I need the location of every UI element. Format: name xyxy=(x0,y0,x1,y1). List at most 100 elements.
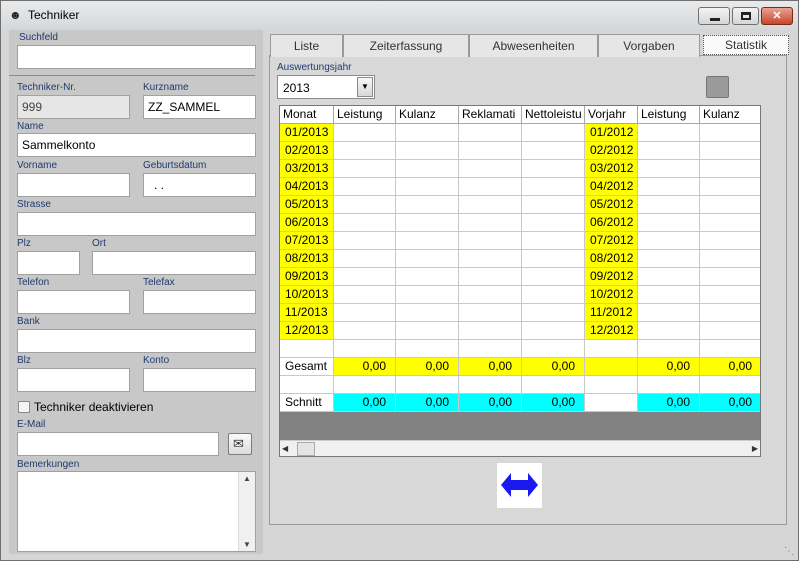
horizontal-scrollbar[interactable]: ◀ ▶ xyxy=(280,440,760,456)
grid-cell[interactable] xyxy=(334,376,396,394)
send-email-button[interactable]: ✉ xyxy=(228,433,252,455)
grid-cell[interactable] xyxy=(638,160,700,178)
konto-input[interactable] xyxy=(143,368,256,392)
grid-cell[interactable] xyxy=(700,232,760,250)
grid-cell[interactable] xyxy=(522,250,585,268)
tab-zeiterfassung[interactable]: Zeiterfassung xyxy=(343,34,469,57)
grid-cell-month[interactable]: 09/2013 xyxy=(280,268,334,286)
grid-cell-prior-month[interactable]: 12/2012 xyxy=(585,322,638,340)
grid-cell[interactable] xyxy=(334,250,396,268)
scroll-left-icon[interactable]: ◀ xyxy=(282,444,288,453)
bank-input[interactable] xyxy=(17,329,256,353)
close-button[interactable]: ✕ xyxy=(761,7,793,25)
grid-cell[interactable] xyxy=(396,250,459,268)
grid-cell-month[interactable]: 10/2013 xyxy=(280,286,334,304)
grid-cell[interactable] xyxy=(396,268,459,286)
grid-cell[interactable] xyxy=(396,196,459,214)
grid-cell-prior-month[interactable]: 04/2012 xyxy=(585,178,638,196)
grid-cell[interactable] xyxy=(459,250,522,268)
grid-cell[interactable] xyxy=(700,160,760,178)
grid-cell[interactable] xyxy=(700,340,760,358)
grid-cell[interactable] xyxy=(334,268,396,286)
grid-cell[interactable] xyxy=(334,124,396,142)
grid-cell[interactable] xyxy=(638,340,700,358)
grid-cell[interactable] xyxy=(700,250,760,268)
grid-cell[interactable] xyxy=(522,214,585,232)
grid-cell[interactable] xyxy=(638,232,700,250)
grid-cell[interactable] xyxy=(638,196,700,214)
grid-cell[interactable] xyxy=(638,322,700,340)
tab-abwesenheiten[interactable]: Abwesenheiten xyxy=(469,34,598,57)
grid-cell-prior-month[interactable]: 10/2012 xyxy=(585,286,638,304)
scroll-up-icon[interactable]: ▲ xyxy=(243,474,251,483)
grid-cell-month[interactable]: 02/2013 xyxy=(280,142,334,160)
grid-cell[interactable] xyxy=(700,178,760,196)
grid-cell[interactable] xyxy=(700,196,760,214)
resize-grip-icon[interactable]: ⋱ xyxy=(784,546,796,558)
tab-vorgaben[interactable]: Vorgaben xyxy=(598,34,700,57)
grid-cell[interactable] xyxy=(334,196,396,214)
grid-cell-month[interactable]: 12/2013 xyxy=(280,322,334,340)
grid-cell[interactable] xyxy=(396,340,459,358)
suchfeld-input[interactable] xyxy=(17,45,256,69)
chevron-down-icon[interactable]: ▼ xyxy=(357,77,373,97)
telefax-input[interactable] xyxy=(143,290,256,314)
column-header[interactable]: Kulanz xyxy=(700,106,760,124)
email-input[interactable] xyxy=(17,432,219,456)
grid-cell-prior-month[interactable]: 06/2012 xyxy=(585,214,638,232)
grid-cell[interactable] xyxy=(522,160,585,178)
blz-input[interactable] xyxy=(17,368,130,392)
grid-cell[interactable] xyxy=(334,322,396,340)
grid-cell[interactable] xyxy=(459,376,522,394)
grid-cell[interactable] xyxy=(700,286,760,304)
grid-cell[interactable] xyxy=(700,142,760,160)
grid-cell[interactable] xyxy=(638,124,700,142)
grid-cell[interactable] xyxy=(459,142,522,160)
grid-cell[interactable] xyxy=(334,178,396,196)
column-header[interactable]: Leistung xyxy=(638,106,700,124)
bemerkungen-textarea[interactable]: ▲ ▼ xyxy=(17,471,256,552)
grid-cell[interactable] xyxy=(459,340,522,358)
scroll-down-icon[interactable]: ▼ xyxy=(243,540,251,549)
grid-cell[interactable] xyxy=(280,340,334,358)
grid-cell-prior-month[interactable]: 11/2012 xyxy=(585,304,638,322)
swap-arrow-button[interactable] xyxy=(497,463,542,508)
grid-cell[interactable] xyxy=(638,142,700,160)
grid-cell[interactable] xyxy=(585,376,638,394)
grid-cell[interactable] xyxy=(638,214,700,232)
grid-cell[interactable] xyxy=(396,178,459,196)
grid-cell[interactable] xyxy=(459,178,522,196)
grid-cell-month[interactable]: 04/2013 xyxy=(280,178,334,196)
grid-cell-prior-month[interactable]: 02/2012 xyxy=(585,142,638,160)
grid-cell[interactable] xyxy=(334,232,396,250)
grid-cell[interactable] xyxy=(334,160,396,178)
grid-cell[interactable] xyxy=(459,196,522,214)
minimize-button[interactable] xyxy=(698,7,730,25)
grid-cell-prior-month[interactable]: 08/2012 xyxy=(585,250,638,268)
grid-cell-month[interactable]: 05/2013 xyxy=(280,196,334,214)
grid-cell[interactable] xyxy=(334,286,396,304)
grid-cell[interactable] xyxy=(638,376,700,394)
column-header[interactable]: Nettoleistu xyxy=(522,106,585,124)
grid-cell[interactable] xyxy=(396,232,459,250)
grid-cell[interactable] xyxy=(700,304,760,322)
kurzname-input[interactable]: ZZ_SAMMEL xyxy=(143,95,256,119)
scroll-thumb[interactable] xyxy=(297,442,315,456)
grid-cell[interactable] xyxy=(459,304,522,322)
grid-cell[interactable] xyxy=(396,322,459,340)
column-header[interactable]: Kulanz xyxy=(396,106,459,124)
deaktivieren-checkbox[interactable] xyxy=(18,401,30,413)
grid-cell-month[interactable]: 03/2013 xyxy=(280,160,334,178)
grid-cell[interactable] xyxy=(522,286,585,304)
auswertungsjahr-select[interactable]: 2013 ▼ xyxy=(277,75,375,99)
grid-cell[interactable] xyxy=(280,376,334,394)
grid-cell[interactable] xyxy=(700,124,760,142)
maximize-button[interactable] xyxy=(732,7,759,25)
column-header[interactable]: Reklamati xyxy=(459,106,522,124)
grid-cell[interactable] xyxy=(459,124,522,142)
grid-cell[interactable] xyxy=(522,124,585,142)
grid-cell[interactable] xyxy=(700,376,760,394)
vorname-input[interactable] xyxy=(17,173,130,197)
grid-cell[interactable] xyxy=(522,322,585,340)
telefon-input[interactable] xyxy=(17,290,130,314)
